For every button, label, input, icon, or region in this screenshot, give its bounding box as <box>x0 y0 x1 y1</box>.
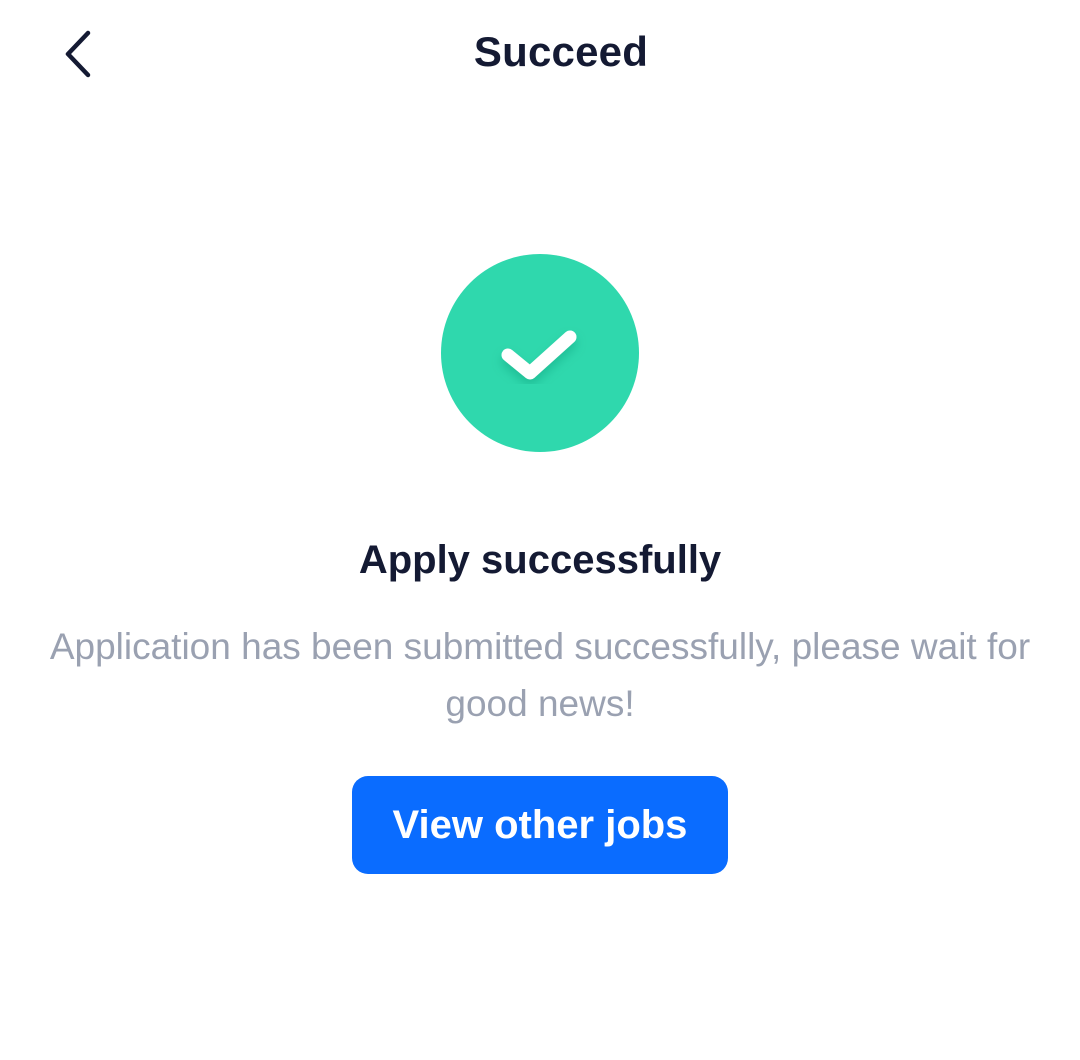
view-other-jobs-button[interactable]: View other jobs <box>352 776 728 874</box>
page-title: Succeed <box>473 28 649 75</box>
result-title: Apply successfully <box>358 538 722 582</box>
check-icon <box>501 330 577 380</box>
header-bar: Succeed <box>0 0 1080 110</box>
success-badge <box>441 254 639 452</box>
result-message: Application has been submitted successfu… <box>49 626 1031 724</box>
